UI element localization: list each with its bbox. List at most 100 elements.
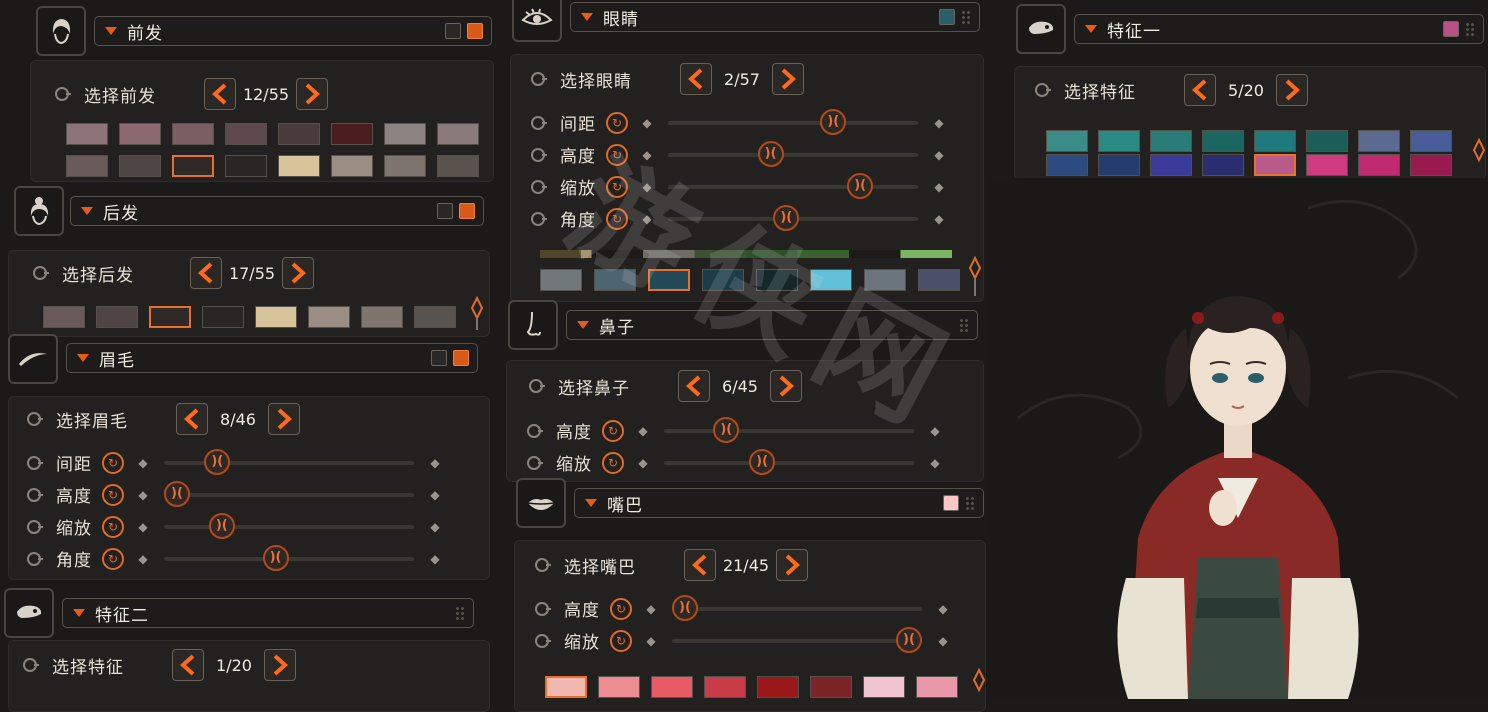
feature-color-swatch[interactable] [1046, 130, 1088, 152]
slider-knob[interactable]: )( [820, 108, 847, 135]
feature-color-swatch[interactable] [1202, 154, 1244, 176]
reset-icon[interactable] [32, 264, 50, 282]
prev-eyes-button[interactable] [680, 63, 712, 95]
randomize-icon[interactable]: ↻ [606, 111, 628, 134]
slider-knob[interactable]: )( [713, 416, 740, 443]
reset-icon[interactable] [26, 454, 44, 472]
next-feature1-button[interactable] [1276, 74, 1308, 106]
randomize-icon[interactable]: ↻ [610, 597, 632, 620]
drag-handle-icon[interactable] [1465, 22, 1475, 36]
increase-icon[interactable]: ◆ [930, 114, 948, 132]
increase-icon[interactable]: ◆ [930, 178, 948, 196]
front-hair-icon[interactable] [36, 6, 86, 56]
reset-icon[interactable] [530, 70, 548, 88]
eye-color-swatch[interactable] [756, 269, 798, 291]
feature2-icon[interactable] [4, 588, 54, 638]
next-feature2-button[interactable] [264, 649, 296, 681]
reset-icon[interactable] [26, 486, 44, 504]
eye-color-swatch[interactable] [594, 269, 636, 291]
color-toggle-icon[interactable] [431, 350, 447, 366]
reset-icon[interactable] [526, 454, 544, 472]
front-hair-color-swatch[interactable] [437, 123, 479, 145]
reset-icon[interactable] [1034, 81, 1052, 99]
front-hair-color-swatch[interactable] [278, 155, 320, 177]
feature-color-swatch[interactable] [1150, 154, 1192, 176]
reset-icon[interactable] [526, 422, 544, 440]
decrease-icon[interactable]: ◆ [638, 178, 656, 196]
nose-icon[interactable] [508, 300, 558, 350]
reset-icon[interactable] [528, 377, 546, 395]
eye-color-swatch[interactable] [540, 269, 582, 291]
back-hair-color-swatch[interactable] [414, 306, 456, 328]
drag-handle-icon[interactable] [959, 318, 969, 332]
feature-color-swatch[interactable] [1358, 130, 1400, 152]
feature-color-swatch[interactable] [1046, 154, 1088, 176]
feature1-header[interactable]: 特征一 [1074, 14, 1484, 44]
randomize-icon[interactable]: ↻ [102, 547, 124, 570]
decrease-icon[interactable]: ◆ [634, 422, 652, 440]
prev-feature1-button[interactable] [1184, 74, 1216, 106]
back-hair-color-swatch[interactable] [96, 306, 138, 328]
decrease-icon[interactable]: ◆ [134, 454, 152, 472]
scroll-handle-icon[interactable] [968, 256, 982, 296]
reset-icon[interactable] [534, 632, 552, 650]
decrease-icon[interactable]: ◆ [642, 632, 660, 650]
slider-track[interactable]: )( [672, 594, 922, 621]
lip-color-swatch[interactable] [943, 495, 959, 511]
reset-icon[interactable] [530, 178, 548, 196]
collapse-arrow-icon[interactable] [585, 499, 597, 507]
front-hair-color-swatch[interactable] [119, 123, 161, 145]
collapse-arrow-icon[interactable] [577, 321, 589, 329]
collapse-arrow-icon[interactable] [1085, 25, 1097, 33]
back-hair-color-swatch[interactable] [202, 306, 244, 328]
back-hair-color-swatch[interactable] [149, 306, 191, 328]
front-hair-color-swatch[interactable] [225, 155, 267, 177]
front-hair-header[interactable]: 前发 [94, 16, 492, 46]
collapse-arrow-icon[interactable] [81, 207, 93, 215]
drag-handle-icon[interactable] [965, 496, 975, 510]
increase-icon[interactable]: ◆ [934, 600, 952, 618]
lip-color-swatch[interactable] [757, 676, 799, 698]
slider-knob[interactable]: )( [896, 626, 922, 653]
slider-track[interactable]: )( [164, 512, 414, 539]
front-hair-color-swatch[interactable] [119, 155, 161, 177]
slider-knob[interactable]: )( [208, 512, 235, 539]
randomize-icon[interactable]: ↻ [102, 451, 124, 474]
randomize-icon[interactable]: ↻ [102, 515, 124, 538]
eye-icon[interactable] [512, 0, 562, 42]
lip-color-swatch[interactable] [651, 676, 693, 698]
decrease-icon[interactable]: ◆ [638, 210, 656, 228]
slider-track[interactable]: )( [668, 108, 918, 135]
collapse-arrow-icon[interactable] [77, 354, 89, 362]
eye-color-swatch[interactable] [810, 269, 852, 291]
next-nose-button[interactable] [770, 370, 802, 402]
decrease-icon[interactable]: ◆ [634, 454, 652, 472]
randomize-icon[interactable]: ↻ [102, 483, 124, 506]
prev-eyebrow-button[interactable] [176, 403, 208, 435]
front-hair-color-swatch[interactable] [225, 123, 267, 145]
slider-track[interactable]: )( [664, 448, 914, 475]
decrease-icon[interactable]: ◆ [134, 518, 152, 536]
collapse-arrow-icon[interactable] [105, 27, 117, 35]
eyebrow-icon[interactable] [8, 334, 58, 384]
next-front-hair-button[interactable] [296, 78, 328, 110]
feature-color-swatch[interactable] [1306, 154, 1348, 176]
copy-icon[interactable] [453, 350, 469, 366]
decrease-icon[interactable]: ◆ [134, 550, 152, 568]
increase-icon[interactable]: ◆ [426, 550, 444, 568]
front-hair-color-swatch[interactable] [66, 155, 108, 177]
increase-icon[interactable]: ◆ [930, 146, 948, 164]
back-hair-color-swatch[interactable] [43, 306, 85, 328]
feature-color-swatch[interactable] [1410, 130, 1452, 152]
feature-color-swatch[interactable] [1358, 154, 1400, 176]
eyebrow-header[interactable]: 眉毛 [66, 343, 478, 373]
feature-color-swatch[interactable] [1150, 130, 1192, 152]
randomize-icon[interactable]: ↻ [602, 451, 624, 474]
slider-track[interactable]: )( [668, 140, 918, 167]
color-toggle-icon[interactable] [437, 203, 453, 219]
reset-icon[interactable] [26, 550, 44, 568]
reset-icon[interactable] [530, 210, 548, 228]
copy-icon[interactable] [459, 203, 475, 219]
front-hair-color-swatch[interactable] [331, 123, 373, 145]
slider-knob[interactable]: )( [262, 544, 289, 571]
